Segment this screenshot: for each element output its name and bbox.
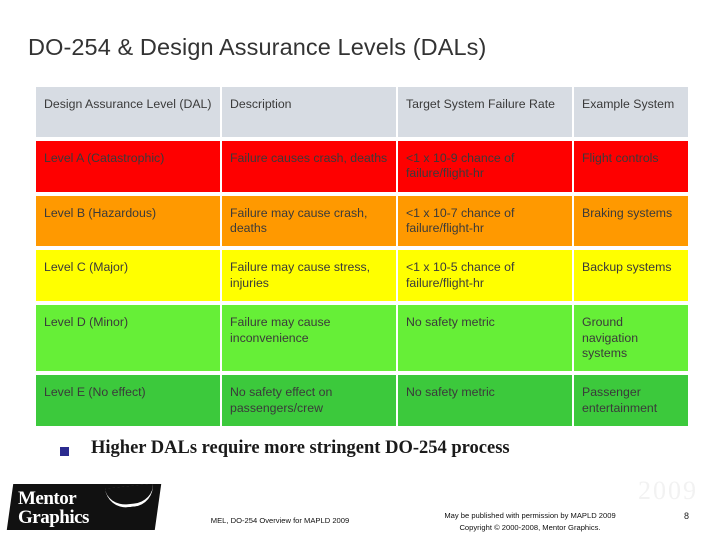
bullet-point: Higher DALs require more stringent DO-25… [34,438,694,459]
cell-level: Level B (Hazardous) [36,195,220,247]
cell-example: Braking systems [574,195,688,247]
cell-failure-rate: <1 x 10-9 chance of failure/flight-hr [398,141,572,192]
table-row: Level E (No effect) No safety effect on … [36,375,688,426]
cell-description: Failure may cause inconvenience [222,305,396,372]
table-row: Level C (Major) Failure may cause stress… [36,250,688,302]
table-header-row: Design Assurance Level (DAL) Description… [36,87,688,137]
cell-description: Failure may cause stress, injuries [222,250,396,302]
footer-copyright-line: Copyright © 2000-2008, Mentor Graphics. [459,523,601,533]
cell-description: No safety effect on passengers/crew [222,375,396,426]
cell-level: Level A (Catastrophic) [36,141,220,192]
cell-level: Level D (Minor) [36,305,220,372]
logo-line-1: Mentor [18,488,77,509]
column-header-description: Description [222,87,396,137]
column-header-failure-rate: Target System Failure Rate [398,87,572,137]
dal-table: Design Assurance Level (DAL) Description… [34,83,690,430]
page-number: 8 [684,511,690,521]
page-title: DO-254 & Design Assurance Levels (DALs) [28,34,487,60]
column-header-dal: Design Assurance Level (DAL) [36,87,220,137]
watermark: 2009 [638,476,698,505]
bullet-text: Higher DALs require more stringent DO-25… [91,438,510,458]
cell-level: Level E (No effect) [36,375,220,426]
cell-level: Level C (Major) [36,250,220,302]
cell-failure-rate: No safety metric [398,305,572,372]
cell-description: Failure causes crash, deaths [222,141,396,192]
table-row: Level D (Minor) Failure may cause inconv… [36,305,688,372]
slide: DO-254 & Design Assurance Levels (DALs) … [0,0,720,540]
square-bullet-icon [60,447,69,456]
cell-example: Backup systems [574,250,688,302]
cell-failure-rate: <1 x 10-5 chance of failure/flight-hr [398,250,572,302]
cell-example: Flight controls [574,141,688,192]
table-row: Level B (Hazardous) Failure may cause cr… [36,195,688,247]
cell-failure-rate: No safety metric [398,375,572,426]
footer-right-text: May be published with permission by MAPL… [400,510,660,534]
table-row: Level A (Catastrophic) Failure causes cr… [36,141,688,192]
cell-description: Failure may cause crash, deaths [222,195,396,247]
column-header-example: Example System [574,87,688,137]
cell-example: Passenger entertainment [574,375,688,426]
mentor-graphics-logo: Mentor Graphics [6,483,162,530]
cell-example: Ground navigation systems [574,305,688,372]
logo-line-2: Graphics [18,507,89,528]
footer-permission-line: May be published with permission by MAPL… [444,511,616,520]
footer-left-text: MEL, DO-254 Overview for MAPLD 2009 [210,516,350,525]
cell-failure-rate: <1 x 10-7 chance of failure/flight-hr [398,195,572,247]
